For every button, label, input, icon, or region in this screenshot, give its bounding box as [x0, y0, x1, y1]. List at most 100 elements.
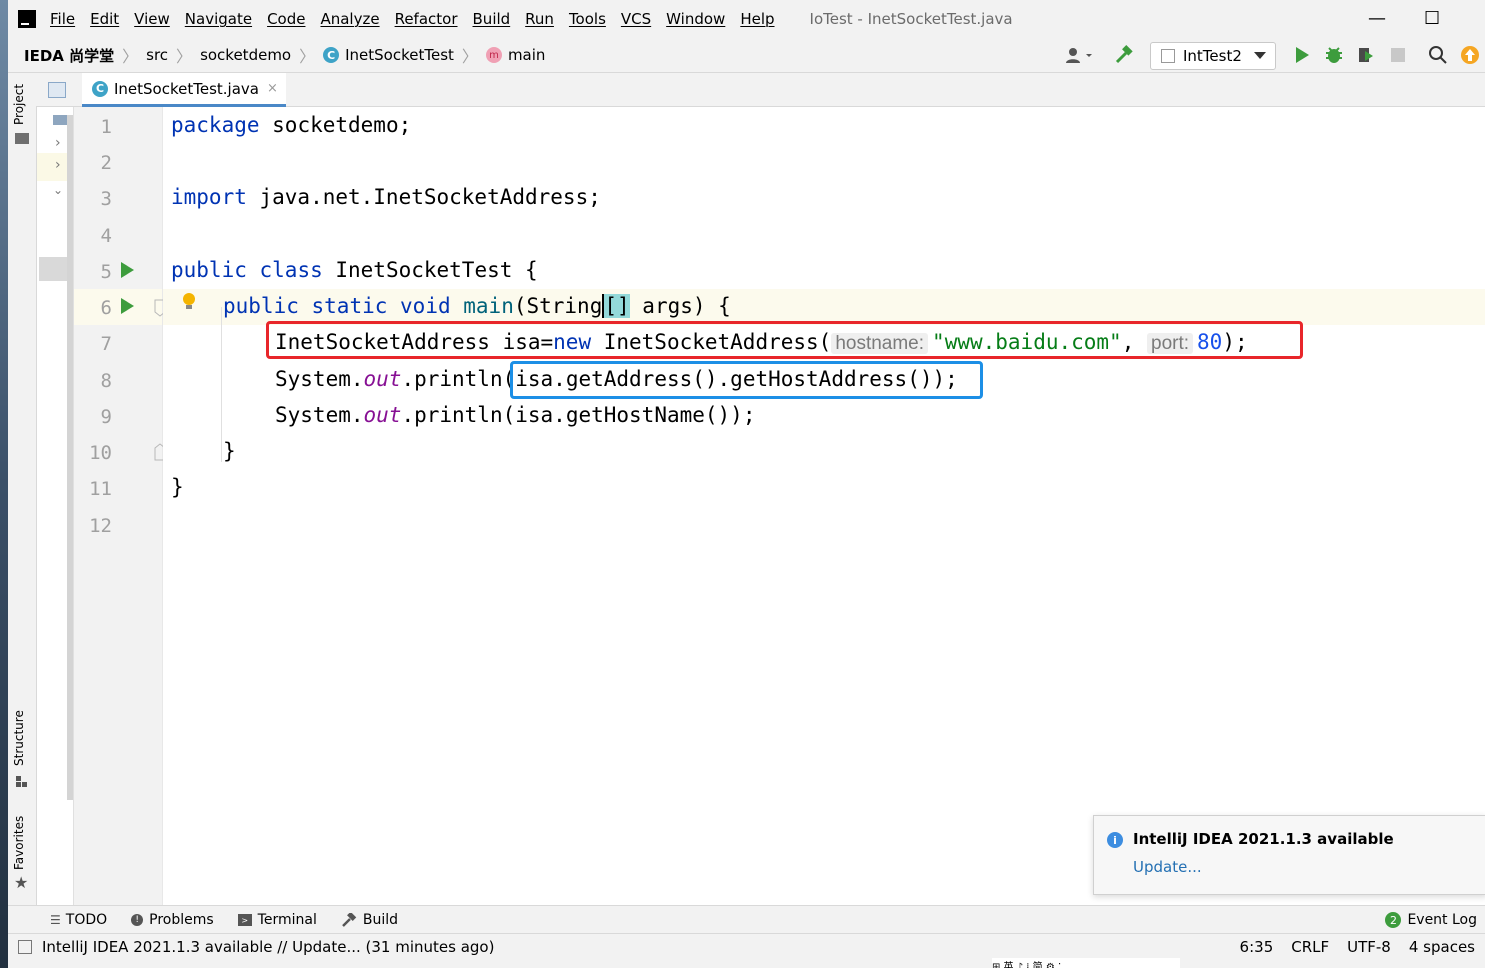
chevron-right-icon[interactable]: › [55, 157, 61, 173]
star-icon: ★ [14, 873, 29, 892]
editor-tab-bar: C InetSocketTest.java × [36, 73, 1485, 107]
breadcrumb-class[interactable]: InetSocketTest [345, 46, 454, 64]
breadcrumb-method[interactable]: main [508, 46, 545, 64]
event-log-button[interactable]: 2 Event Log [1385, 912, 1477, 928]
menu-vcs[interactable]: VCS [621, 10, 651, 28]
status-message[interactable]: IntelliJ IDEA 2021.1.3 available // Upda… [42, 938, 494, 956]
chevron-right-icon: 〉 [461, 47, 478, 66]
menu-edit[interactable]: Edit [90, 10, 119, 28]
favorites-tool-tab[interactable]: Favorites [12, 816, 26, 870]
breadcrumb-src[interactable]: src [146, 46, 168, 64]
line-number: 12 [89, 515, 112, 537]
close-icon[interactable]: × [267, 81, 278, 96]
maximize-button[interactable]: ☐ [1424, 8, 1440, 29]
line-separator[interactable]: CRLF [1291, 938, 1329, 956]
indent-guide [221, 307, 222, 462]
breadcrumb-project[interactable]: IEDA 尚学堂 [24, 45, 114, 66]
line-number: 10 [89, 442, 112, 464]
line-number: 7 [100, 333, 112, 355]
coverage-icon[interactable] [1354, 44, 1378, 66]
run-configuration-select[interactable]: IntTest2 [1150, 42, 1276, 70]
menu-analyze[interactable]: Analyze [320, 10, 379, 28]
class-icon: C [92, 80, 108, 97]
line-number: 11 [89, 478, 112, 500]
class-icon: C [323, 47, 340, 63]
debug-icon[interactable] [1322, 44, 1346, 66]
project-tool-tab[interactable]: Project [12, 84, 26, 125]
terminal-tool-button[interactable]: > Terminal [237, 912, 317, 928]
run-method-gutter-icon[interactable] [120, 298, 134, 314]
red-annotation-box [266, 321, 1303, 359]
code-line-5: public class InetSocketTest { [171, 258, 538, 282]
run-class-gutter-icon[interactable] [120, 262, 134, 278]
left-tool-strip: Project Structure Favorites ★ [8, 73, 37, 905]
indent-setting[interactable]: 4 spaces [1409, 938, 1475, 956]
code-editor[interactable]: package socketdemo; import java.net.Inet… [163, 107, 1485, 905]
stop-icon[interactable] [1386, 44, 1410, 66]
tab-inetsockettest-java[interactable]: C InetSocketTest.java × [82, 73, 286, 107]
search-icon[interactable] [1426, 44, 1450, 66]
update-icon[interactable] [1458, 44, 1482, 66]
code-line-6: public static void main(String[] args) { [223, 294, 731, 318]
caret-position[interactable]: 6:35 [1240, 938, 1274, 956]
run-icon[interactable] [1290, 44, 1314, 66]
folder-icon [15, 133, 29, 144]
account-icon[interactable] [1062, 44, 1096, 66]
build-tool-button[interactable]: Build [341, 912, 398, 928]
breadcrumb: IEDA 尚学堂 〉 src 〉 socketdemo 〉 C InetSock… [24, 43, 545, 67]
status-toggle-icon[interactable] [18, 940, 32, 954]
info-icon: i [1107, 832, 1123, 848]
todo-label: TODO [65, 912, 108, 928]
menu-view[interactable]: View [134, 10, 170, 28]
chevron-right-icon: 〉 [176, 47, 193, 66]
line-number: 8 [100, 370, 112, 392]
lightbulb-icon[interactable] [181, 292, 197, 312]
menu-navigate[interactable]: Navigate [185, 10, 252, 28]
build-hammer-icon[interactable] [1112, 44, 1136, 66]
menu-code[interactable]: Code [267, 10, 305, 28]
code-line-10: } [223, 439, 236, 463]
terminal-icon: > [237, 914, 252, 926]
menu-bar: File Edit View Navigate Code Analyze Ref… [8, 0, 1485, 38]
event-log-count-badge: 2 [1385, 912, 1402, 928]
config-icon [1161, 49, 1175, 63]
breadcrumb-package[interactable]: socketdemo [200, 46, 291, 64]
scrollbar[interactable] [67, 115, 73, 800]
problems-label: Problems [149, 912, 214, 928]
code-line-9: System.out.println(isa.getHostName()); [275, 403, 756, 427]
minimize-button[interactable]: — [1368, 8, 1386, 29]
chevron-right-icon[interactable]: › [55, 135, 61, 151]
structure-icon [16, 773, 28, 787]
line-number: 9 [100, 406, 112, 428]
list-icon: ☰ [50, 913, 61, 927]
menu-tools[interactable]: Tools [569, 10, 606, 28]
notification-title: IntelliJ IDEA 2021.1.3 available [1133, 830, 1394, 848]
menu-file[interactable]: File [50, 10, 75, 28]
line-number: 4 [100, 225, 112, 247]
code-line-11: } [171, 475, 184, 499]
status-widgets: 6:35 CRLF UTF-8 4 spaces [1240, 934, 1475, 960]
code-line-3: import java.net.InetSocketAddress; [171, 185, 601, 209]
line-number: 5 [100, 261, 112, 283]
project-pane: › › ⌄ [37, 107, 74, 905]
update-notification: i IntelliJ IDEA 2021.1.3 available Updat… [1093, 815, 1485, 895]
text-cursor: [] [602, 294, 630, 318]
structure-tool-tab[interactable]: Structure [12, 710, 26, 766]
project-view-icon[interactable] [48, 82, 66, 98]
tab-label: InetSocketTest.java [114, 79, 259, 98]
menu-run[interactable]: Run [525, 10, 554, 28]
window-title: IoTest - InetSocketTest.java [809, 10, 1013, 28]
update-link[interactable]: Update... [1133, 858, 1202, 876]
todo-tool-button[interactable]: ☰ TODO [50, 912, 107, 928]
event-log-label: Event Log [1407, 912, 1477, 928]
line-number: 1 [100, 116, 112, 138]
problems-tool-button[interactable]: ! Problems [131, 912, 214, 928]
chevron-down-icon[interactable]: ⌄ [53, 183, 63, 197]
menu-build[interactable]: Build [473, 10, 511, 28]
file-encoding[interactable]: UTF-8 [1347, 938, 1391, 956]
menu-refactor[interactable]: Refactor [395, 10, 458, 28]
menu-help[interactable]: Help [740, 10, 774, 28]
chevron-right-icon: 〉 [122, 47, 139, 66]
blue-annotation-box [510, 361, 983, 399]
menu-window[interactable]: Window [666, 10, 725, 28]
